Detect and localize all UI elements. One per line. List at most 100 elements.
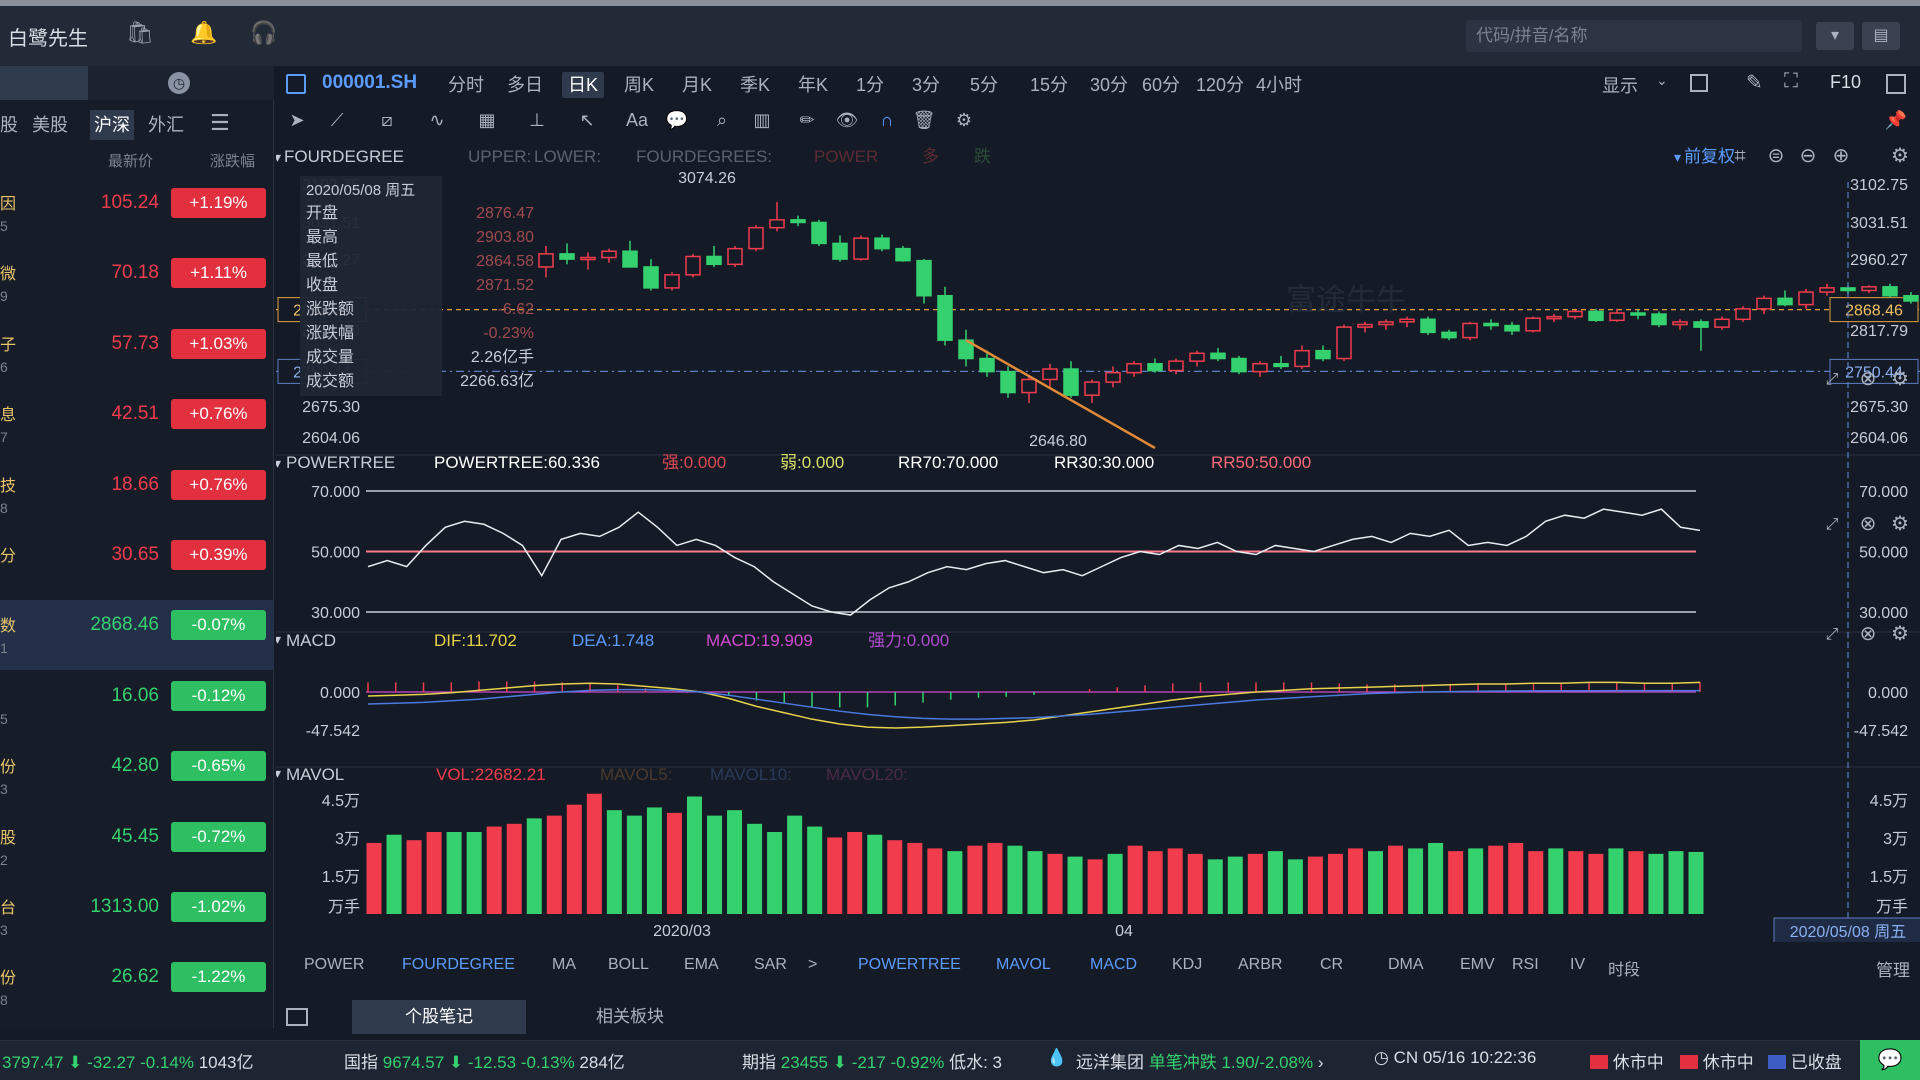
indicator-tab[interactable]: CR xyxy=(1320,956,1343,974)
measure-tool-icon[interactable]: ⊥ xyxy=(525,108,549,132)
indicator-tab[interactable]: EMV xyxy=(1460,956,1495,974)
clock-icon[interactable]: ◷ xyxy=(168,72,190,94)
indicator-tab[interactable]: FOURDEGREE xyxy=(402,956,515,974)
tab-related-sectors[interactable]: 相关板块 xyxy=(540,1000,720,1034)
close-icon[interactable]: ⊗ xyxy=(1860,513,1877,535)
cursor-icon[interactable]: ➤ xyxy=(285,108,309,132)
indicator-tab[interactable]: SAR xyxy=(754,956,787,974)
col-head-last[interactable]: 最新价 xyxy=(108,150,153,171)
market-tab[interactable]: 沪深 xyxy=(90,110,134,140)
period-tab[interactable]: 多日 xyxy=(507,72,543,98)
headset-icon[interactable]: 🎧 xyxy=(250,20,277,46)
bell-icon[interactable]: 🔔 xyxy=(190,20,217,46)
wave-tool-icon[interactable]: ∿ xyxy=(425,108,449,132)
shop-menu-icon[interactable]: ▾ xyxy=(1816,22,1854,50)
panel-toggle-icon[interactable] xyxy=(1886,74,1906,94)
indicator-tab[interactable]: DMA xyxy=(1388,956,1424,974)
sidebar-toggle-icon[interactable] xyxy=(286,74,306,94)
close-icon[interactable]: ⊗ xyxy=(1860,368,1877,390)
search-box[interactable] xyxy=(1466,20,1802,52)
arrow-tool-icon[interactable]: ↖ xyxy=(575,108,599,132)
period-tab[interactable]: 3分 xyxy=(912,72,940,98)
stock-row[interactable]: 份 8 26.62 -1.22% xyxy=(0,952,274,1022)
stock-row[interactable]: 技 8 18.66 +0.76% xyxy=(0,460,274,530)
eye-icon[interactable]: 👁 xyxy=(835,108,859,132)
plus-icon[interactable]: ⊕ xyxy=(1833,145,1850,167)
gear-icon[interactable]: ⚙ xyxy=(1891,145,1909,167)
collapse-icon[interactable] xyxy=(286,1008,308,1026)
indicator-tab[interactable]: RSI xyxy=(1512,956,1539,974)
zoom-icon[interactable]: ⌕ xyxy=(710,108,734,132)
expand-icon[interactable]: ⤢ xyxy=(1826,626,1839,643)
indicator-tab[interactable]: MAVOL xyxy=(996,956,1051,974)
gear-icon[interactable]: ⚙ xyxy=(1891,513,1909,535)
stock-row[interactable]: 股 2 45.45 -0.72% xyxy=(0,812,274,882)
trash-icon[interactable]: 🗑 xyxy=(912,108,936,132)
f10-button[interactable]: F10 xyxy=(1830,72,1861,93)
gear-icon[interactable]: ⚙ xyxy=(1891,368,1909,390)
status-index1[interactable]: 3797.47 ⬇ -32.27 -0.14% 1043亿 xyxy=(2,1048,254,1073)
period-tab[interactable]: 60分 xyxy=(1142,72,1180,98)
pen-icon[interactable]: ✎ xyxy=(1746,70,1763,95)
frame-icon[interactable] xyxy=(1690,74,1708,92)
chart-canvas[interactable]: FOURDEGREE UPPER: LOWER: FOURDEGREES: POWER 多… xyxy=(276,142,1920,942)
period-tab[interactable]: 年K xyxy=(798,72,828,98)
chevron-down-icon[interactable]: ⌄ xyxy=(1656,72,1668,89)
status-market1[interactable]: 休市中 xyxy=(1590,1048,1664,1073)
indicator-tab[interactable]: MA xyxy=(552,956,576,974)
pin-icon[interactable]: 📌 xyxy=(1884,108,1908,132)
stock-row[interactable]: 台 3 1313.00 -1.02% xyxy=(0,882,274,952)
magnet-icon[interactable]: ∩ xyxy=(875,108,899,132)
expand-icon[interactable]: ⤢ xyxy=(1826,516,1839,533)
market-tab[interactable]: 美股 xyxy=(32,110,68,140)
indicator-tab[interactable]: IV xyxy=(1570,956,1585,974)
status-news[interactable]: 远洋集团 单笔冲跌 1.90/-2.08% › xyxy=(1076,1048,1324,1073)
comment-icon[interactable]: 💬 xyxy=(665,108,689,132)
display-dropdown[interactable]: 显示 xyxy=(1602,72,1638,98)
stock-row[interactable]: 份 3 42.80 -0.65% xyxy=(0,741,274,811)
minus-icon[interactable]: ⊖ xyxy=(1800,145,1817,167)
period-tab[interactable]: 1分 xyxy=(856,72,884,98)
layout-menu-icon[interactable]: ▤ xyxy=(1862,22,1900,50)
indicator-tab[interactable]: EMA xyxy=(684,956,719,974)
status-market2[interactable]: 休市中 xyxy=(1680,1048,1754,1073)
col-head-change[interactable]: 涨跌幅 xyxy=(210,150,255,171)
chart-type-icon[interactable]: ⌗ xyxy=(1734,145,1745,167)
indicator-tab[interactable]: MACD xyxy=(1090,956,1137,974)
stock-row[interactable]: 5 16.06 -0.12% xyxy=(0,671,274,741)
stock-row[interactable]: 数 1 2868.46 -0.07% xyxy=(0,600,274,671)
indicator-tab[interactable]: POWERTREE xyxy=(858,956,961,974)
period-tab[interactable]: 15分 xyxy=(1030,72,1068,98)
line-tool-icon[interactable]: ⟋ xyxy=(325,108,349,132)
close-icon[interactable]: ⊗ xyxy=(1860,623,1877,645)
stock-row[interactable]: 分 30.65 +0.39% xyxy=(0,530,274,600)
gear-icon[interactable]: ⚙ xyxy=(1891,623,1909,645)
period-tab[interactable]: 季K xyxy=(740,72,770,98)
chat-icon[interactable]: 💬 xyxy=(1860,1040,1920,1080)
period-tab[interactable]: 周K xyxy=(624,72,654,98)
indicator-tab[interactable]: > xyxy=(808,956,817,974)
market-tab[interactable]: 外汇 xyxy=(148,110,184,140)
manage-button[interactable]: 管理 xyxy=(1876,956,1910,981)
indicator-tab[interactable]: KDJ xyxy=(1172,956,1202,974)
market-tab[interactable]: 股 xyxy=(0,110,18,140)
settings-icon[interactable]: ⚙ xyxy=(952,108,976,132)
stock-row[interactable]: 息 7 42.51 +0.76% xyxy=(0,389,274,459)
collapse-icon[interactable]: ⊜ xyxy=(1768,145,1785,167)
indicator-tab[interactable]: ARBR xyxy=(1238,956,1282,974)
stock-code[interactable]: 000001.SH xyxy=(322,72,417,94)
tab-stock-notes[interactable]: 个股笔记 xyxy=(352,1000,526,1034)
period-tab[interactable]: 4小时 xyxy=(1256,72,1302,98)
brush-icon[interactable]: ✏ xyxy=(795,108,819,132)
watchlist-header-left[interactable] xyxy=(0,66,88,100)
indicator-tab[interactable]: POWER xyxy=(304,956,364,974)
fib-tool-icon[interactable]: ▦ xyxy=(475,108,499,132)
status-index3[interactable]: 期指 23455 ⬇ -217 -0.92% 低水: 3 xyxy=(742,1048,1002,1073)
expand-icon[interactable]: ⤢ xyxy=(1826,371,1839,388)
indicator-tab[interactable]: BOLL xyxy=(608,956,649,974)
stock-row[interactable]: 子 6 57.73 +1.03% xyxy=(0,319,274,389)
period-tab[interactable]: 分时 xyxy=(448,72,484,98)
period-tab[interactable]: 月K xyxy=(682,72,712,98)
search-input[interactable] xyxy=(1466,20,1802,52)
stock-row[interactable]: 因 5 105.24 +1.19% xyxy=(0,178,274,248)
